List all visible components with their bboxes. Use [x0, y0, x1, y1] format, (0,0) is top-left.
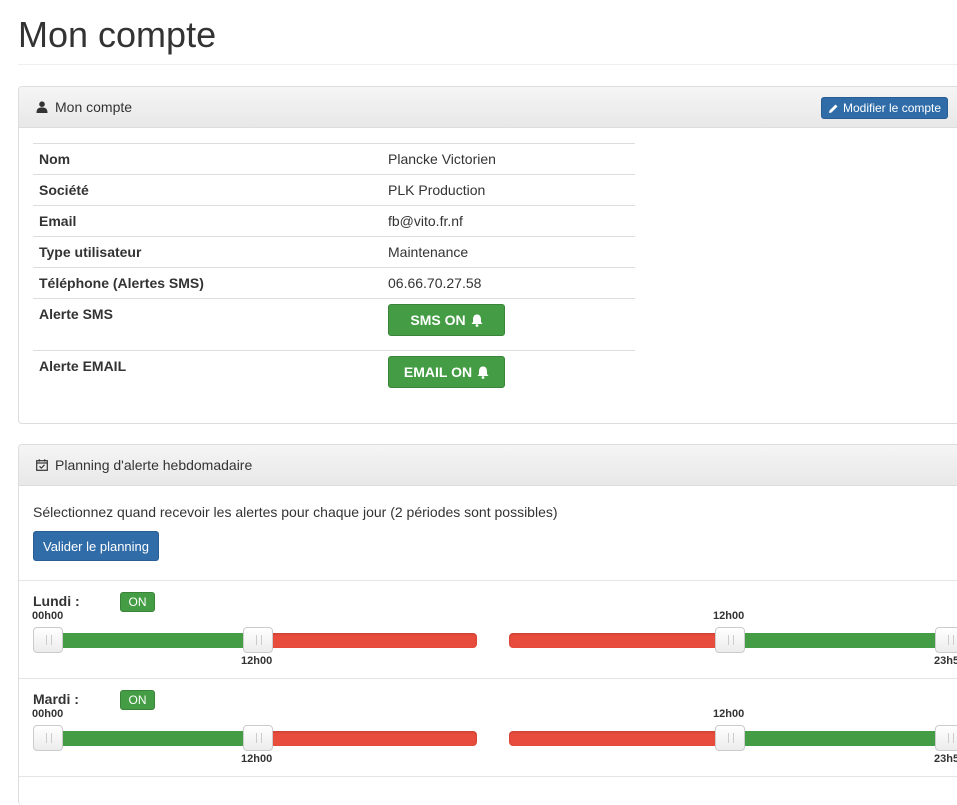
planning-panel-title: Planning d'alerte hebdomadaire	[55, 457, 253, 473]
slider-end-label: 12h00	[241, 655, 273, 667]
row-value: fb@vito.fr.nf	[382, 205, 635, 237]
slider-handle-end[interactable]	[243, 725, 273, 751]
slider-handle-end[interactable]	[935, 627, 957, 653]
edit-account-button[interactable]: Modifier le compte	[821, 97, 949, 119]
row-label: Société	[33, 174, 382, 206]
row-value: Plancke Victorien	[382, 143, 635, 175]
row-value: 06.66.70.27.58	[382, 267, 635, 299]
active-range	[39, 633, 258, 648]
planning-panel-heading: Planning d'alerte hebdomadaire	[19, 445, 957, 486]
user-icon	[36, 101, 48, 113]
sms-toggle-label: SMS ON	[410, 312, 466, 328]
divider	[19, 776, 957, 777]
planning-description: Sélectionnez quand recevoir les alertes …	[33, 504, 558, 520]
account-panel-heading: Mon compte Modifier le compte	[19, 87, 957, 128]
bell-icon	[471, 314, 483, 327]
divider	[19, 580, 957, 581]
slider-end-label: 23h59	[934, 655, 957, 667]
slider-handle-start[interactable]	[715, 725, 745, 751]
sms-toggle-button[interactable]: SMS ON	[388, 304, 505, 336]
slider-start-label: 12h00	[713, 610, 745, 622]
slider-handle-end[interactable]	[935, 725, 957, 751]
account-info-table: Nom Plancke Victorien Société PLK Produc…	[33, 143, 635, 402]
slider-start-label: 12h00	[713, 708, 745, 720]
table-row: Téléphone (Alertes SMS) 06.66.70.27.58	[33, 267, 635, 299]
day-label: Lundi :	[33, 593, 80, 609]
pencil-icon	[829, 104, 838, 113]
row-value: PLK Production	[382, 174, 635, 206]
bell-icon	[477, 366, 489, 379]
validate-planning-button[interactable]: Valider le planning	[33, 531, 159, 561]
slider-start-label: 00h00	[32, 708, 64, 720]
planning-panel: Planning d'alerte hebdomadaire Sélection…	[18, 444, 957, 805]
table-row: Nom Plancke Victorien	[33, 143, 635, 175]
email-toggle-button[interactable]: EMAIL ON	[388, 356, 505, 388]
row-label: Téléphone (Alertes SMS)	[33, 267, 382, 299]
account-panel-title: Mon compte	[55, 99, 133, 115]
active-range	[730, 633, 951, 648]
slider-handle-start[interactable]	[715, 627, 745, 653]
day-status-toggle[interactable]: ON	[120, 690, 155, 710]
calendar-check-icon	[36, 459, 48, 471]
sms-alert-label: Alerte SMS	[33, 298, 382, 351]
day-label: Mardi :	[33, 691, 79, 707]
slider-handle-start[interactable]	[33, 627, 63, 653]
account-panel: Mon compte Modifier le compte Nom Planck…	[18, 86, 957, 424]
slider-start-label: 00h00	[32, 610, 64, 622]
page-title: Mon compte	[18, 14, 217, 55]
table-row: Alerte SMS SMS ON	[33, 298, 635, 351]
email-alert-label: Alerte EMAIL	[33, 350, 382, 402]
active-range	[730, 731, 951, 746]
table-row: Type utilisateur Maintenance	[33, 236, 635, 268]
row-label: Email	[33, 205, 382, 237]
active-range	[39, 731, 258, 746]
slider-end-label: 12h00	[241, 753, 273, 765]
row-label: Nom	[33, 143, 382, 175]
slider-handle-end[interactable]	[243, 627, 273, 653]
title-divider	[18, 64, 957, 65]
table-row: Email fb@vito.fr.nf	[33, 205, 635, 237]
slider-end-label: 23h59	[934, 753, 957, 765]
slider-handle-start[interactable]	[33, 725, 63, 751]
email-toggle-label: EMAIL ON	[403, 364, 473, 380]
day-status-toggle[interactable]: ON	[120, 592, 155, 612]
table-row: Société PLK Production	[33, 174, 635, 206]
table-row: Alerte EMAIL EMAIL ON	[33, 350, 635, 402]
divider	[19, 678, 957, 679]
edit-account-label: Modifier le compte	[843, 101, 942, 115]
row-label: Type utilisateur	[33, 236, 382, 268]
row-value: Maintenance	[382, 236, 635, 268]
